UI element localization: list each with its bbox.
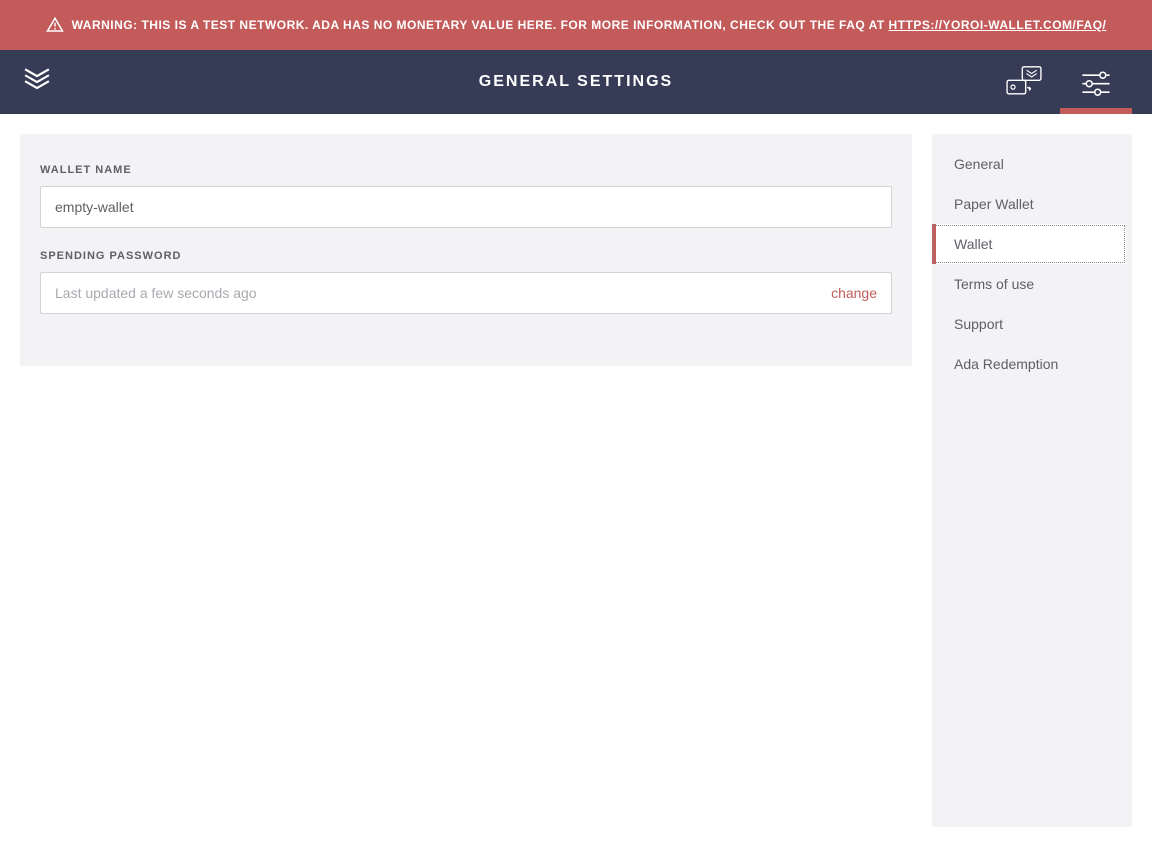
sidebar-item-label: Paper Wallet [954,196,1034,212]
wallet-cards-icon [1002,63,1046,101]
sidebar-item-label: Support [954,316,1003,332]
page-title: GENERAL SETTINGS [20,73,1132,91]
testnet-warning-banner: WARNING: THIS IS A TEST NETWORK. ADA HAS… [0,0,1152,50]
app-logo-icon[interactable] [20,63,54,102]
app-header: GENERAL SETTINGS [0,50,1152,114]
sidebar-item-label: Terms of use [954,276,1034,292]
warning-text: WARNING: THIS IS A TEST NETWORK. ADA HAS… [72,18,1107,32]
warning-icon [46,16,64,34]
wallet-switch-button[interactable] [988,50,1060,114]
sidebar-item-terms-of-use[interactable]: Terms of use [932,264,1132,304]
sidebar-item-ada-redemption[interactable]: Ada Redemption [932,344,1132,384]
spending-password-label: SPENDING PASSWORD [40,250,892,262]
sidebar-item-label: Ada Redemption [954,356,1058,372]
wallet-name-label: WALLET NAME [40,164,892,176]
sidebar-item-wallet[interactable]: Wallet [932,224,1126,264]
settings-button[interactable] [1060,50,1132,114]
warning-faq-link[interactable]: HTTPS://YOROI-WALLET.COM/FAQ/ [889,18,1107,32]
spending-password-field-group: SPENDING PASSWORD Last updated a few sec… [40,250,892,314]
wallet-settings-panel: WALLET NAME SPENDING PASSWORD Last updat… [20,134,912,366]
sidebar-item-label: General [954,156,1004,172]
sidebar-item-paper-wallet[interactable]: Paper Wallet [932,184,1132,224]
warning-body: THIS IS A TEST NETWORK. ADA HAS NO MONET… [138,18,889,32]
content-area: WALLET NAME SPENDING PASSWORD Last updat… [0,114,1152,847]
settings-sliders-icon [1079,68,1113,96]
sidebar-item-general[interactable]: General [932,144,1132,184]
change-password-link[interactable]: change [831,285,877,301]
sidebar-item-support[interactable]: Support [932,304,1132,344]
warning-prefix: WARNING: [72,18,138,32]
settings-sidebar: General Paper Wallet Wallet Terms of use… [932,134,1132,827]
header-actions [988,50,1132,114]
spending-password-status: Last updated a few seconds ago [55,273,831,313]
wallet-name-field-group: WALLET NAME [40,164,892,228]
wallet-name-input[interactable] [40,186,892,228]
sidebar-item-label: Wallet [954,236,992,252]
spending-password-row: Last updated a few seconds ago change [40,272,892,314]
